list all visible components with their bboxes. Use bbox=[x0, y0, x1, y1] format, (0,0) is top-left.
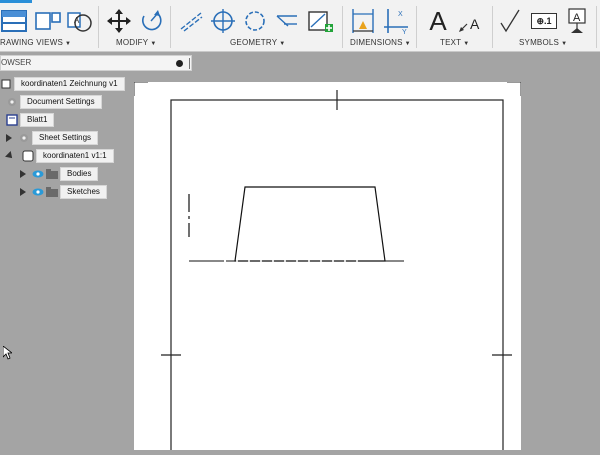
eye-icon[interactable] bbox=[32, 186, 44, 198]
move-button[interactable] bbox=[104, 5, 134, 37]
eye-icon[interactable] bbox=[32, 168, 44, 180]
gear-icon bbox=[6, 96, 18, 108]
geometry-menu[interactable]: GEOMETRY ▼ bbox=[230, 38, 285, 47]
tree-item-sheet[interactable]: Blatt1 bbox=[0, 113, 55, 127]
tree-item-bodies[interactable]: Bodies bbox=[20, 167, 99, 181]
base-view-button[interactable] bbox=[0, 5, 30, 37]
pin-icon[interactable] bbox=[176, 60, 183, 67]
center-mark-pattern-button[interactable] bbox=[240, 5, 270, 37]
browser-header: OWSER bbox=[0, 55, 192, 71]
text-icon: A bbox=[429, 5, 447, 36]
ribbon-toolbar: A RAWING VIEWS ▼ MODIFY ▼ GEOMETRY ▼ X Y… bbox=[0, 0, 600, 52]
svg-text:A: A bbox=[470, 16, 480, 32]
drawing-views-menu[interactable]: RAWING VIEWS ▼ bbox=[0, 38, 71, 47]
base-view-icon bbox=[1, 10, 27, 32]
active-tab-indicator bbox=[0, 0, 32, 3]
datum-icon: A bbox=[568, 8, 586, 33]
svg-text:Y: Y bbox=[402, 29, 407, 35]
expand-arrow-icon[interactable] bbox=[20, 188, 26, 196]
section-view-icon: A bbox=[67, 12, 92, 32]
sheet-corner-mark bbox=[133, 81, 148, 96]
leader-icon: A bbox=[459, 16, 480, 32]
datum-identifier-button[interactable]: A bbox=[563, 5, 591, 37]
tree-item-view[interactable]: koordinaten1 v1:1 bbox=[5, 149, 114, 163]
dimension-button[interactable] bbox=[348, 5, 378, 37]
svg-text:X: X bbox=[398, 11, 403, 18]
section-view-button[interactable]: A bbox=[64, 5, 94, 37]
svg-text:A: A bbox=[573, 12, 581, 24]
expand-arrow-icon[interactable] bbox=[6, 134, 12, 142]
view-icon bbox=[22, 150, 34, 162]
text-menu[interactable]: TEXT ▼ bbox=[440, 38, 469, 47]
drawing-sheet[interactable] bbox=[133, 81, 522, 455]
folder-icon bbox=[46, 186, 58, 198]
part-outline bbox=[234, 186, 386, 262]
center-mark-button[interactable] bbox=[208, 5, 238, 37]
ribbon-separator bbox=[492, 6, 493, 48]
rotate-icon bbox=[141, 10, 162, 31]
tree-item-drawing[interactable]: koordinaten1 Zeichnung v1 bbox=[0, 77, 125, 91]
tree-item-document-settings[interactable]: Document Settings bbox=[0, 95, 102, 109]
add-geometry-icon bbox=[308, 11, 333, 32]
surface-texture-button[interactable] bbox=[498, 5, 524, 37]
leader-button[interactable]: A bbox=[456, 5, 486, 37]
symbols-menu[interactable]: SYMBOLS ▼ bbox=[519, 38, 567, 47]
gear-icon bbox=[18, 132, 30, 144]
ribbon-separator bbox=[170, 6, 171, 48]
ordinate-icon: X Y bbox=[384, 9, 408, 35]
svg-text:A: A bbox=[74, 16, 80, 25]
panel-grip[interactable] bbox=[189, 58, 190, 69]
text-button[interactable]: A bbox=[424, 5, 452, 37]
edge-extension-button[interactable] bbox=[272, 5, 302, 37]
rotate-button[interactable] bbox=[136, 5, 166, 37]
move-icon bbox=[107, 9, 131, 33]
edge-extension-icon bbox=[276, 15, 297, 27]
sheet-icon bbox=[6, 114, 18, 126]
ordinate-dimension-button[interactable]: X Y bbox=[381, 5, 411, 37]
feature-control-frame-icon: ⊕.1 bbox=[531, 13, 557, 29]
browser-title: OWSER bbox=[1, 58, 32, 67]
collapse-arrow-icon[interactable] bbox=[5, 151, 15, 161]
tree-item-sheet-settings[interactable]: Sheet Settings bbox=[6, 131, 99, 145]
dimensions-menu[interactable]: DIMENSIONS ▼ bbox=[350, 38, 411, 47]
add-geometry-button[interactable] bbox=[306, 5, 336, 37]
feature-control-frame-button[interactable]: ⊕.1 bbox=[528, 5, 560, 37]
tree-item-sketches[interactable]: Sketches bbox=[20, 185, 107, 199]
sheet-corner-mark bbox=[507, 81, 522, 96]
expand-arrow-icon[interactable] bbox=[20, 170, 26, 178]
center-mark-icon bbox=[211, 9, 235, 33]
centerline-button[interactable] bbox=[176, 5, 206, 37]
projected-view-icon bbox=[35, 12, 61, 30]
drawing-border bbox=[170, 99, 504, 455]
folder-icon bbox=[46, 168, 58, 180]
projected-view-button[interactable] bbox=[33, 5, 63, 37]
center-pattern-icon bbox=[245, 11, 265, 31]
ribbon-separator bbox=[342, 6, 343, 48]
mouse-cursor-icon bbox=[3, 346, 12, 360]
document-icon bbox=[0, 78, 12, 90]
ribbon-separator bbox=[98, 6, 99, 48]
ribbon-separator bbox=[416, 6, 417, 48]
surface-texture-icon bbox=[500, 9, 520, 33]
drawing-canvas bbox=[133, 81, 522, 455]
modify-menu[interactable]: MODIFY ▼ bbox=[116, 38, 156, 47]
ribbon-separator bbox=[596, 6, 597, 48]
centerline-icon bbox=[180, 12, 203, 32]
dimension-icon bbox=[352, 9, 374, 33]
